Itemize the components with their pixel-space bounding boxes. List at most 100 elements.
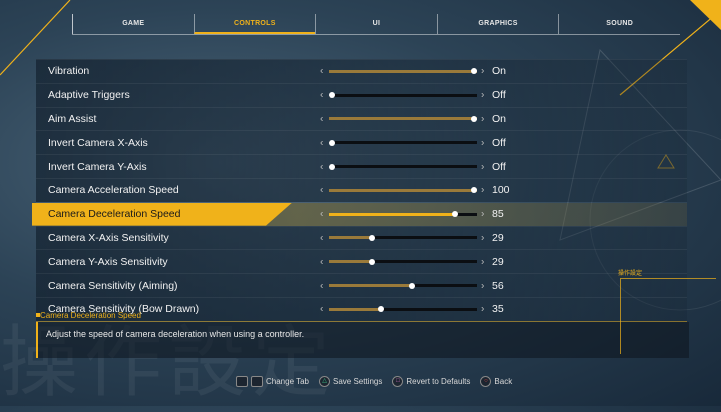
settings-list: Vibration ‹ › On Adaptive Triggers ‹ › Off Aim A… bbox=[32, 59, 687, 321]
setting-label: Invert Camera Y-Axis bbox=[48, 160, 147, 173]
slider-track[interactable] bbox=[329, 282, 477, 289]
setting-label: Camera Sensitivity (Aiming) bbox=[48, 279, 178, 292]
slider-track[interactable] bbox=[329, 211, 477, 218]
arrow-left-icon[interactable]: ‹ bbox=[320, 90, 323, 101]
footer-hint-label: Save Settings bbox=[333, 377, 383, 386]
footer-hint-label: Revert to Defaults bbox=[406, 377, 471, 386]
tab-sound[interactable]: SOUND bbox=[558, 14, 680, 34]
arrow-right-icon[interactable]: › bbox=[481, 113, 484, 124]
footer-hint[interactable]: △ Save Settings bbox=[319, 376, 382, 387]
arrow-left-icon[interactable]: ‹ bbox=[320, 232, 323, 243]
setting-value: 100 bbox=[492, 184, 510, 197]
slider-track[interactable] bbox=[329, 115, 478, 122]
setting-label: Aim Assist bbox=[48, 112, 97, 125]
slider-knob[interactable] bbox=[451, 211, 458, 218]
setting-value: 29 bbox=[492, 255, 504, 268]
setting-row[interactable]: Camera Deceleration Speed ‹ › 85 bbox=[32, 201, 687, 226]
arrow-left-icon[interactable]: ‹ bbox=[320, 66, 323, 77]
setting-value: 29 bbox=[492, 231, 504, 244]
slider-track[interactable] bbox=[329, 234, 477, 241]
slider-fill bbox=[329, 188, 477, 192]
arrow-right-icon[interactable]: › bbox=[481, 304, 484, 315]
slider-fill bbox=[329, 284, 412, 288]
slider-track[interactable] bbox=[329, 187, 478, 194]
setting-label: Camera Y-Axis Sensitivity bbox=[48, 255, 168, 268]
setting-row[interactable]: Camera Sensitivity (Aiming) ‹ › 56 bbox=[36, 273, 687, 297]
arrow-left-icon[interactable]: ‹ bbox=[320, 256, 323, 267]
arrow-left-icon[interactable]: ‹ bbox=[320, 209, 323, 220]
setting-row[interactable]: Camera Acceleration Speed ‹ › 100 bbox=[36, 177, 687, 202]
slider-track[interactable] bbox=[329, 68, 478, 75]
setting-label: Camera Deceleration Speed bbox=[48, 208, 181, 221]
arrow-right-icon[interactable]: › bbox=[481, 232, 484, 243]
triangle-button-icon: △ bbox=[319, 376, 330, 387]
slider-track[interactable] bbox=[329, 306, 477, 313]
slider-track[interactable] bbox=[328, 139, 477, 146]
arrow-right-icon[interactable]: › bbox=[481, 137, 484, 148]
arrow-left-icon[interactable]: ‹ bbox=[320, 185, 323, 196]
arrow-right-icon[interactable]: › bbox=[481, 66, 484, 77]
description-title: Camera Deceleration Speed bbox=[40, 311, 141, 320]
arrow-left-icon[interactable]: ‹ bbox=[320, 137, 323, 148]
slider-knob[interactable] bbox=[377, 306, 384, 313]
slider-knob[interactable] bbox=[471, 115, 478, 122]
slider-track[interactable] bbox=[328, 163, 477, 170]
footer-hints: Change Tab △ Save Settings □ Revert to Defau… bbox=[236, 376, 512, 387]
footer-hint[interactable]: □ Revert to Defaults bbox=[392, 376, 470, 387]
slider-knob[interactable] bbox=[328, 163, 335, 170]
tab-controls[interactable]: CONTROLS bbox=[193, 14, 316, 34]
description-box bbox=[36, 322, 689, 358]
circle-button-icon: ○ bbox=[480, 376, 492, 387]
slider-fill bbox=[329, 69, 477, 73]
tab-ui[interactable]: UI bbox=[315, 14, 437, 34]
setting-row[interactable]: Vibration ‹ › On bbox=[36, 59, 687, 83]
shoulder-button-icon bbox=[251, 376, 263, 387]
setting-label: Invert Camera X-Axis bbox=[48, 136, 148, 149]
tab-game[interactable]: GAME bbox=[72, 14, 194, 34]
setting-row[interactable]: Invert Camera X-Axis ‹ › Off bbox=[36, 130, 687, 155]
arrow-right-icon[interactable]: › bbox=[481, 185, 484, 196]
setting-value: Off bbox=[492, 136, 506, 149]
slider-knob[interactable] bbox=[408, 282, 415, 289]
slider-fill bbox=[329, 307, 381, 311]
slider-track[interactable] bbox=[329, 258, 477, 265]
slider-knob[interactable] bbox=[368, 234, 375, 241]
slider-knob[interactable] bbox=[368, 258, 375, 265]
arrow-right-icon[interactable]: › bbox=[481, 161, 484, 172]
setting-value: On bbox=[492, 65, 507, 78]
slider-fill bbox=[329, 260, 372, 264]
square-button-icon: □ bbox=[392, 376, 404, 387]
footer-hint[interactable]: ○ Back bbox=[480, 376, 512, 387]
setting-label: Adaptive Triggers bbox=[48, 89, 130, 102]
setting-label: Camera X-Axis Sensitivity bbox=[48, 231, 169, 244]
tab-bar: GAME CONTROLS UI GRAPHICS SOUND bbox=[72, 14, 680, 35]
side-panel-frame bbox=[620, 278, 716, 354]
footer-hint[interactable]: Change Tab bbox=[236, 376, 309, 387]
setting-value: On bbox=[492, 112, 507, 125]
description-text: Adjust the speed of camera deceleration … bbox=[46, 329, 305, 339]
setting-row[interactable]: Camera X-Axis Sensitivity ‹ › 29 bbox=[36, 225, 687, 250]
arrow-left-icon[interactable]: ‹ bbox=[320, 304, 323, 315]
arrow-left-icon[interactable]: ‹ bbox=[320, 113, 323, 124]
slider-knob[interactable] bbox=[471, 187, 478, 194]
slider-knob[interactable] bbox=[328, 139, 335, 146]
shoulder-button-icon bbox=[236, 376, 248, 387]
setting-row[interactable]: Adaptive Triggers ‹ › Off bbox=[36, 82, 687, 107]
slider-track[interactable] bbox=[328, 92, 477, 99]
slider-fill bbox=[329, 117, 477, 121]
arrow-right-icon[interactable]: › bbox=[481, 280, 484, 291]
slider-knob[interactable] bbox=[471, 68, 478, 75]
arrow-right-icon[interactable]: › bbox=[481, 209, 484, 220]
setting-row[interactable]: Camera Y-Axis Sensitivity ‹ › 29 bbox=[36, 249, 687, 274]
slider-knob[interactable] bbox=[328, 92, 335, 99]
arrow-right-icon[interactable]: › bbox=[481, 256, 484, 267]
arrow-right-icon[interactable]: › bbox=[481, 90, 484, 101]
tab-graphics[interactable]: GRAPHICS bbox=[436, 14, 559, 34]
setting-row[interactable]: Aim Assist ‹ › On bbox=[36, 106, 687, 131]
footer-hint-label: Change Tab bbox=[266, 377, 309, 386]
arrow-left-icon[interactable]: ‹ bbox=[320, 280, 323, 291]
side-panel-label: 操作設定 bbox=[618, 271, 643, 277]
setting-label: Camera Acceleration Speed bbox=[48, 184, 179, 197]
setting-row[interactable]: Invert Camera Y-Axis ‹ › Off bbox=[36, 154, 687, 178]
arrow-left-icon[interactable]: ‹ bbox=[320, 161, 323, 172]
